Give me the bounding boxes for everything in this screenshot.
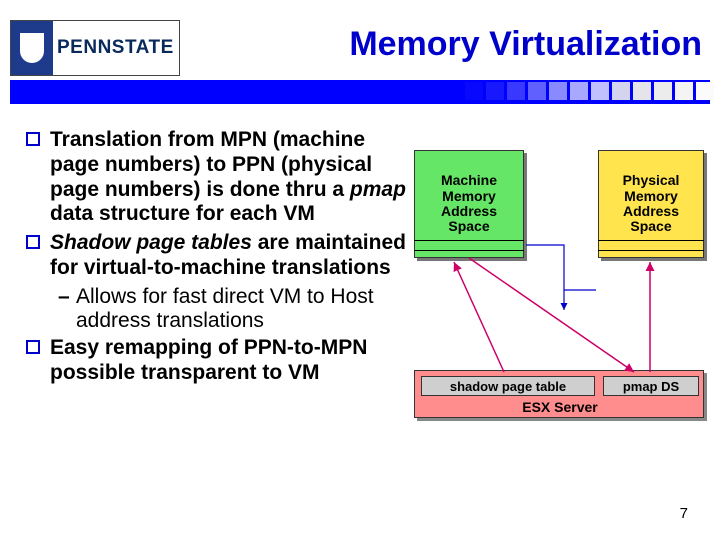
org-logo: PENNSTATE bbox=[10, 20, 180, 76]
bullet-square-icon bbox=[26, 235, 40, 249]
line bbox=[414, 240, 524, 241]
esx-label: ESX Server bbox=[415, 399, 705, 415]
divider-squares bbox=[465, 82, 720, 100]
bullet-item: Translation from MPN (machine page numbe… bbox=[26, 128, 406, 227]
bullet-text: Easy remapping of PPN-to-MPN possible tr… bbox=[50, 336, 406, 386]
header: PENNSTATE Memory Virtualization bbox=[0, 0, 720, 103]
sub-bullet-text: Allows for fast direct VM to Host addres… bbox=[76, 285, 406, 335]
sub-bullet: – Allows for fast direct VM to Host addr… bbox=[26, 285, 406, 335]
slide-title: Memory Virtualization bbox=[349, 25, 702, 64]
box-esx-server: shadow page table pmap DS ESX Server bbox=[414, 370, 704, 418]
box-shadow-page-table: shadow page table bbox=[421, 376, 595, 396]
box-pmap-ds: pmap DS bbox=[603, 376, 699, 396]
line bbox=[598, 250, 704, 251]
logo-text: PENNSTATE bbox=[53, 37, 174, 59]
bullet-square-icon bbox=[26, 132, 40, 146]
bullet-item: Shadow page tables are maintained for vi… bbox=[26, 231, 406, 281]
bullet-square-icon bbox=[26, 340, 40, 354]
box-machine-memory: Machine Memory Address Space bbox=[414, 150, 524, 258]
bullet-list: Translation from MPN (machine page numbe… bbox=[26, 128, 406, 390]
slide: PENNSTATE Memory Virtualization Translat… bbox=[0, 0, 720, 540]
page-number: 7 bbox=[680, 505, 688, 522]
bullet-item: Easy remapping of PPN-to-MPN possible tr… bbox=[26, 336, 406, 386]
box-physical-memory: Physical Memory Address Space bbox=[598, 150, 704, 258]
dash-icon: – bbox=[58, 285, 70, 309]
bullet-text: Translation from MPN (machine page numbe… bbox=[50, 128, 406, 227]
line bbox=[414, 250, 524, 251]
shield-icon bbox=[11, 21, 53, 75]
diagram: Machine Memory Address Space Physical Me… bbox=[414, 150, 708, 430]
line bbox=[598, 240, 704, 241]
bullet-text: Shadow page tables are maintained for vi… bbox=[50, 231, 406, 281]
